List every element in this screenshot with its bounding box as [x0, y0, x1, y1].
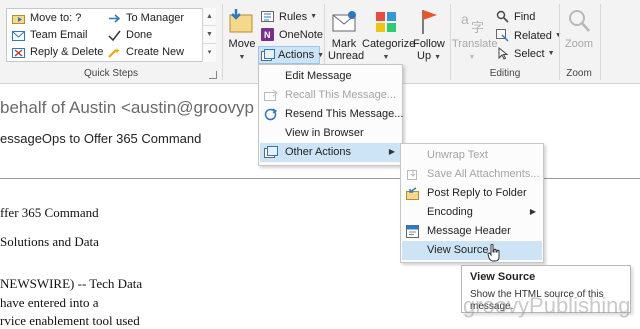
svg-text:N: N — [264, 30, 271, 40]
follow-up-button[interactable]: Follow Up ▼ — [412, 6, 446, 64]
menu-item-other-actions[interactable]: Other Actions ▶ — [260, 143, 401, 162]
menu-item-unwrap-text[interactable]: Unwrap Text — [402, 146, 542, 165]
submenu-arrow-icon: ▶ — [388, 147, 395, 156]
group-divider — [450, 4, 451, 80]
scroll-up-icon[interactable]: ▲ — [203, 8, 216, 26]
menu-item-message-header[interactable]: Message Header — [402, 222, 542, 241]
actions-menu: Edit Message Recall This Message... Rese… — [258, 64, 403, 166]
actions-icon — [261, 48, 275, 62]
select-cursor-icon — [496, 46, 510, 60]
move-to-folder-icon — [12, 13, 25, 24]
watermark: groovyPublishing — [463, 293, 631, 318]
translate-button[interactable]: a字 Translate ▼ — [452, 6, 497, 62]
rules-icon — [261, 10, 275, 23]
find-icon — [496, 10, 510, 23]
message-header-icon — [406, 225, 420, 238]
body-line: NEWSWIRE) -- Tech Data — [0, 276, 143, 291]
find-button[interactable]: Find — [496, 10, 535, 23]
quick-step-done[interactable]: Done — [108, 29, 152, 41]
submenu-arrow-icon: ▶ — [529, 207, 536, 216]
chevron-down-icon: ▼ — [382, 54, 390, 61]
categorize-icon — [362, 6, 410, 38]
quick-step-team-email[interactable]: Team Email — [12, 29, 87, 41]
translate-icon: a字 — [452, 6, 492, 38]
reply-delete-icon — [12, 47, 25, 58]
quick-steps-group-label: Quick Steps — [84, 68, 138, 79]
chevron-down-icon: ▼ — [547, 50, 555, 57]
quick-steps-scroll[interactable]: ▲ ▼ ▾ — [202, 8, 216, 62]
header-divider — [0, 178, 640, 179]
chevron-down-icon: ▼ — [310, 13, 318, 20]
envelope-icon — [328, 6, 360, 38]
expand-gallery-icon[interactable]: ▾ — [203, 44, 216, 62]
message-sender: behalf of Austin <austin@groovyp — [0, 98, 255, 117]
categorize-button[interactable]: Categorize ▼ — [362, 6, 415, 62]
body-line: Solutions and Data — [0, 234, 99, 249]
message-subject: essageOps to Offer 365 Command — [0, 131, 202, 146]
editing-group-label: Editing — [489, 68, 521, 79]
group-divider — [222, 4, 223, 80]
flag-icon — [412, 6, 446, 38]
recall-icon — [264, 89, 278, 102]
quick-step-create-new[interactable]: Create New — [108, 46, 184, 58]
menu-item-encoding[interactable]: Encoding ▶ — [402, 203, 542, 222]
svg-text:字: 字 — [471, 21, 484, 36]
checkmark-icon — [108, 30, 121, 41]
zoom-button[interactable]: Zoom — [562, 6, 596, 50]
onenote-button[interactable]: N OneNote — [261, 28, 323, 41]
menu-item-save-all-attachments[interactable]: Save All Attachments... — [402, 165, 542, 184]
other-actions-submenu: Unwrap Text Save All Attachments... Post… — [400, 143, 544, 263]
mark-unread-button[interactable]: Mark Unread — [328, 6, 364, 62]
chevron-down-icon: ▼ — [468, 54, 476, 61]
menu-item-recall-message[interactable]: Recall This Message... — [260, 86, 401, 105]
select-button[interactable]: Select ▼ — [496, 46, 555, 60]
menu-item-resend-message[interactable]: Resend This Message... — [260, 105, 403, 124]
related-icon — [496, 29, 510, 42]
quick-step-move-to[interactable]: Move to: ? — [12, 12, 81, 24]
post-reply-icon — [406, 187, 420, 200]
related-button[interactable]: Related▼ — [496, 29, 562, 42]
group-divider — [600, 4, 601, 80]
quick-step-to-manager[interactable]: To Manager — [108, 12, 184, 24]
menu-item-view-source[interactable]: View Source — [402, 241, 542, 260]
menu-item-post-reply-to-folder[interactable]: Post Reply to Folder — [402, 184, 542, 203]
move-button[interactable]: Move ▼ — [226, 6, 258, 62]
scroll-down-icon[interactable]: ▼ — [203, 26, 216, 44]
menu-item-view-in-browser[interactable]: View in Browser — [260, 124, 401, 143]
onenote-icon: N — [261, 28, 275, 41]
other-actions-icon — [264, 146, 278, 159]
hand-cursor-icon — [487, 243, 501, 265]
zoom-group-label: Zoom — [566, 68, 592, 79]
chevron-down-icon: ▼ — [434, 54, 441, 61]
create-new-icon — [108, 47, 121, 58]
team-email-icon — [12, 30, 25, 41]
resend-icon — [264, 108, 278, 121]
rules-button[interactable]: Rules ▼ — [261, 10, 317, 23]
actions-button[interactable]: Actions ▼ — [258, 46, 324, 64]
quick-steps-dialog-launcher[interactable] — [209, 71, 217, 79]
forward-arrow-icon — [108, 13, 121, 24]
body-line: rvice enablement tool used — [0, 313, 140, 328]
body-line: ffer 365 Command — [0, 205, 99, 220]
chevron-down-icon: ▼ — [238, 54, 246, 61]
magnifier-icon — [562, 6, 596, 38]
move-folder-icon — [226, 6, 258, 38]
svg-text:a: a — [461, 11, 469, 27]
tooltip-title: View Source — [470, 271, 536, 283]
attachment-icon — [406, 168, 420, 181]
chevron-down-icon: ▼ — [317, 51, 325, 59]
menu-item-edit-message[interactable]: Edit Message — [260, 67, 401, 86]
body-line: have entered into a — [0, 295, 99, 310]
quick-step-reply-delete[interactable]: Reply & Delete — [12, 46, 103, 58]
